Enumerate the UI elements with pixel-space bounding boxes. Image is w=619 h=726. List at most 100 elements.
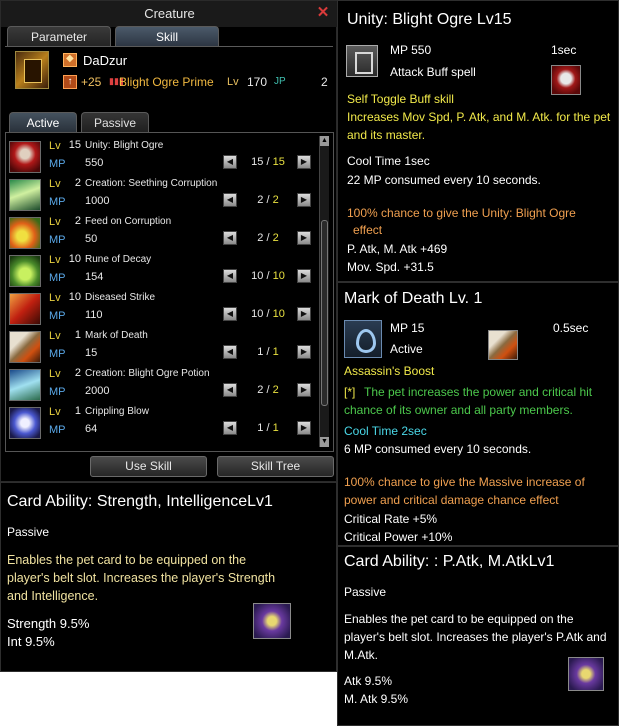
tooltip-description: and its master. [347, 128, 426, 142]
skill-max-level: 2 [272, 232, 279, 244]
skill-row[interactable]: Lv 2 Feed on Corruption MP 50 ◀ 2 / 2 ▶ [9, 214, 314, 252]
skill-name: Rune of Decay [85, 254, 152, 265]
skill-name: Creation: Seething Corruption [85, 178, 218, 189]
scrollbar[interactable]: ▲ ▼ [319, 136, 329, 447]
tooltip-description: player's belt slot. Increases the player… [344, 630, 607, 644]
rune-of-decay-icon[interactable] [9, 255, 41, 287]
decrease-level-icon[interactable]: ◀ [223, 231, 237, 245]
skill-points: 1 / 1 [257, 422, 279, 434]
skill-name: Mark of Death [85, 330, 148, 341]
decrease-level-icon[interactable]: ◀ [223, 269, 237, 283]
skill-level-label: Lv [49, 292, 61, 304]
skill-level: 1 [74, 405, 81, 417]
skill-level: 2 [74, 367, 81, 379]
tooltip-effect: Strength 9.5% [7, 616, 90, 631]
increase-level-icon[interactable]: ▶ [297, 155, 311, 169]
scroll-up-icon[interactable]: ▲ [320, 136, 329, 146]
increase-level-icon[interactable]: ▶ [297, 193, 311, 207]
pet-level-label: Lv [227, 76, 239, 88]
skill-points: 10 / 10 [251, 308, 285, 320]
skill-level: 1 [74, 329, 81, 341]
tab-parameter[interactable]: Parameter [7, 26, 111, 47]
skill-points: 1 / 1 [257, 346, 279, 358]
decrease-level-icon[interactable]: ◀ [223, 307, 237, 321]
tab-skill[interactable]: Skill [115, 26, 219, 47]
skill-level: 2 [74, 177, 81, 189]
pet-card-icon[interactable] [15, 51, 49, 89]
tooltip-chance: 100% chance to give the Massive increase… [344, 475, 585, 489]
seething-corruption-icon[interactable] [9, 179, 41, 211]
skill-current-level: 15 [251, 156, 264, 168]
mark-of-death-icon [488, 330, 518, 360]
skill-row[interactable]: Lv 1 Mark of Death MP 15 ◀ 1 / 1 ▶ [9, 328, 314, 366]
use-skill-button[interactable]: Use Skill [90, 456, 207, 477]
tooltip-cast-time: 0.5sec [553, 321, 589, 335]
skill-level-label: Lv [49, 178, 61, 190]
skill-max-level: 2 [272, 194, 279, 206]
crippling-blow-icon[interactable] [9, 407, 41, 439]
skill-mp: 154 [85, 271, 104, 283]
skill-row[interactable]: Lv 2 Creation: Blight Ogre Potion MP 2000 ◀ 2 … [9, 366, 314, 404]
creature-window: Creature ✕ Parameter Skill DaDzur ↑ +25 … [0, 0, 338, 482]
skill-points: 2 / 2 [257, 384, 279, 396]
skill-row[interactable]: Lv 1 Crippling Blow MP 64 ◀ 1 / 1 ▶ [9, 404, 314, 442]
increase-level-icon[interactable]: ▶ [297, 269, 311, 283]
skill-mp: 2000 [85, 385, 110, 397]
subtab-passive[interactable]: Passive [81, 112, 149, 132]
scroll-thumb[interactable] [321, 220, 328, 406]
skill-mp: 1000 [85, 195, 110, 207]
tooltip-spell-type: Attack Buff spell [390, 65, 476, 79]
skill-mp: 50 [85, 233, 98, 245]
skill-level: 10 [68, 253, 81, 265]
diseased-strike-icon[interactable] [9, 293, 41, 325]
grade-icon [63, 53, 77, 67]
feed-corruption-icon[interactable] [9, 217, 41, 249]
tooltip-description: M.Atk. [344, 648, 379, 662]
pet-header: DaDzur ↑ +25 ▮▮▮ Blight Ogre Prime Lv 17… [7, 49, 333, 97]
close-icon[interactable]: ✕ [316, 5, 330, 20]
decrease-level-icon[interactable]: ◀ [223, 193, 237, 207]
increase-level-icon[interactable]: ▶ [297, 307, 311, 321]
tooltip-chance: effect [353, 223, 383, 237]
skill-points: 2 / 2 [257, 194, 279, 206]
tooltip-consumption: 22 MP consumed every 10 seconds. [347, 173, 541, 187]
ogre-potion-icon[interactable] [9, 369, 41, 401]
tooltip-effect: Mov. Spd. +31.5 [347, 260, 434, 274]
tooltip-description: player's belt slot. Increases the player… [7, 571, 276, 585]
subtab-active[interactable]: Active [9, 112, 77, 132]
tooltip-description: Enables the pet card to be equipped on t… [344, 612, 574, 626]
skill-mp-label: MP [49, 310, 66, 322]
skill-row[interactable]: Lv 2 Creation: Seething Corruption MP 1000 ◀ 2… [9, 176, 314, 214]
decrease-level-icon[interactable]: ◀ [223, 345, 237, 359]
tooltip-title: Card Ability: : P.Atk, M.AtkLv1 [344, 553, 555, 570]
tooltip-unity-blight-ogre: Unity: Blight Ogre Lv15 MP 550 1sec Atta… [337, 0, 619, 282]
skill-row[interactable]: Lv 10 Diseased Strike MP 110 ◀ 10 / 10 ▶ [9, 290, 314, 328]
decrease-level-icon[interactable]: ◀ [223, 421, 237, 435]
skill-current-level: 10 [251, 308, 264, 320]
tooltip-description: chance of its owner and all party member… [344, 403, 573, 417]
skill-row[interactable]: Lv 15 Unity: Blight Ogre MP 550 ◀ 15 / 15 ▶ [9, 138, 314, 176]
blight-ogre-icon [551, 65, 581, 95]
increase-level-icon[interactable]: ▶ [297, 231, 311, 245]
decrease-level-icon[interactable]: ◀ [223, 383, 237, 397]
skill-tree-button[interactable]: Skill Tree [217, 456, 334, 477]
tooltip-effect: Critical Rate +5% [344, 512, 438, 526]
skill-level: 15 [68, 139, 81, 151]
tooltip-effect: M. Atk 9.5% [344, 692, 409, 706]
increase-level-icon[interactable]: ▶ [297, 421, 311, 435]
mark-of-death-icon[interactable] [9, 331, 41, 363]
tooltip-effect: Atk 9.5% [344, 674, 393, 688]
skill-mp-label: MP [49, 272, 66, 284]
pet-jp-label: JP [274, 76, 286, 87]
skill-name: Diseased Strike [85, 292, 156, 303]
skill-mp: 15 [85, 347, 98, 359]
pet-species: Blight Ogre Prime [119, 75, 214, 89]
skill-name: Unity: Blight Ogre [85, 140, 164, 151]
increase-level-icon[interactable]: ▶ [297, 345, 311, 359]
skill-row[interactable]: Lv 10 Rune of Decay MP 154 ◀ 10 / 10 ▶ [9, 252, 314, 290]
scroll-down-icon[interactable]: ▼ [320, 437, 329, 447]
blight-ogre-icon[interactable] [9, 141, 41, 173]
increase-level-icon[interactable]: ▶ [297, 383, 311, 397]
tooltip-effect: P. Atk, M. Atk +469 [347, 242, 448, 256]
decrease-level-icon[interactable]: ◀ [223, 155, 237, 169]
